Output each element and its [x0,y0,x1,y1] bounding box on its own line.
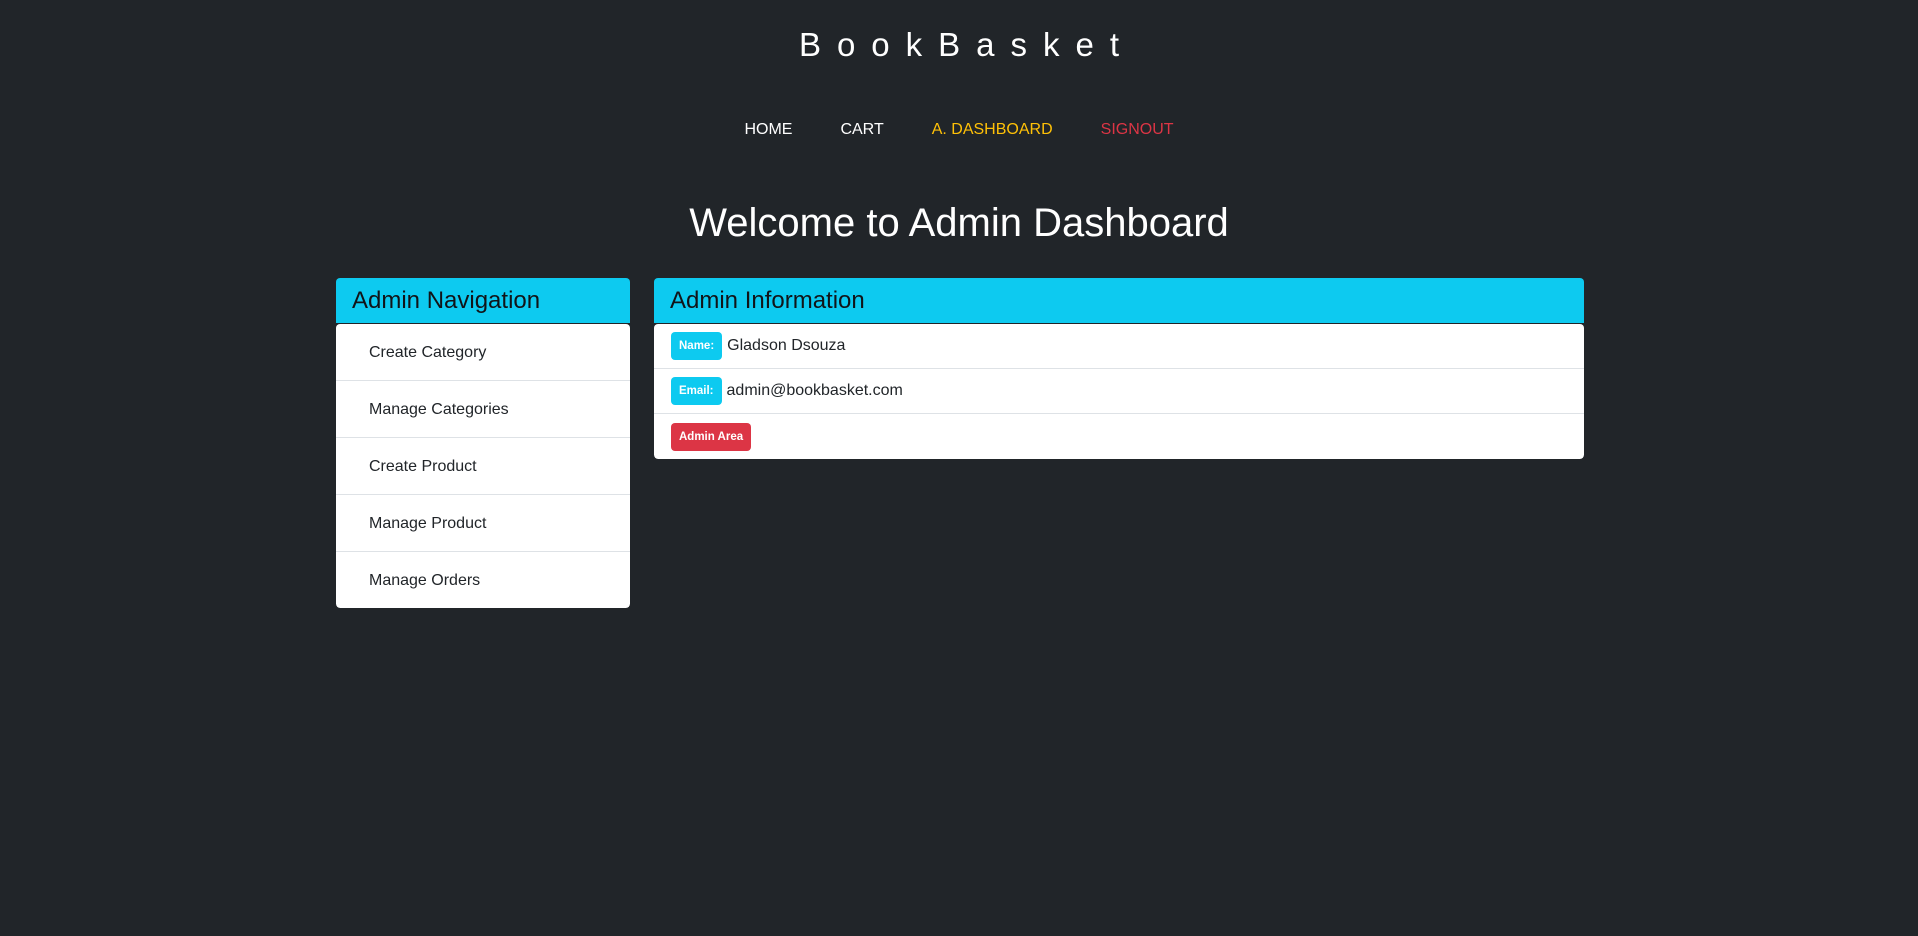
admin-information-header: Admin Information [654,278,1584,323]
admin-nav-manage-orders[interactable]: Manage Orders [336,552,630,608]
admin-information-card: Admin Information Name: Gladson Dsouza E… [654,278,1584,459]
nav-link-home[interactable]: HOME [720,117,816,143]
nav-link-cart[interactable]: CART [816,117,907,143]
brand-logo[interactable]: BookBasket [0,22,1918,68]
admin-nav-create-product[interactable]: Create Product [336,438,630,495]
email-badge: Email: [671,377,722,405]
admin-nav-manage-categories[interactable]: Manage Categories [336,381,630,438]
admin-area-badge: Admin Area [671,422,752,451]
admin-nav-create-category[interactable]: Create Category [336,324,630,381]
admin-email-value: admin@bookbasket.com [726,382,903,399]
admin-navigation-list: Create Category Manage Categories Create… [336,324,630,608]
admin-name-value: Gladson Dsouza [727,337,846,354]
admin-information-list: Name: Gladson Dsouza Email: admin@bookba… [654,324,1584,459]
admin-email-row: Email: admin@bookbasket.com [654,369,1584,414]
name-badge: Name: [671,332,723,360]
admin-role-row: Admin Area [654,414,1584,459]
nav-link-admin-dashboard[interactable]: A. DASHBOARD [908,117,1077,143]
page-title: Welcome to Admin Dashboard [689,201,1229,245]
admin-nav-manage-product[interactable]: Manage Product [336,495,630,552]
admin-navigation-header: Admin Navigation [336,278,630,323]
top-navigation: HOME CART A. DASHBOARD SIGNOUT [0,117,1918,143]
admin-name-row: Name: Gladson Dsouza [654,324,1584,369]
admin-navigation-card: Admin Navigation Create Category Manage … [336,278,630,608]
nav-link-signout[interactable]: SIGNOUT [1077,117,1198,143]
